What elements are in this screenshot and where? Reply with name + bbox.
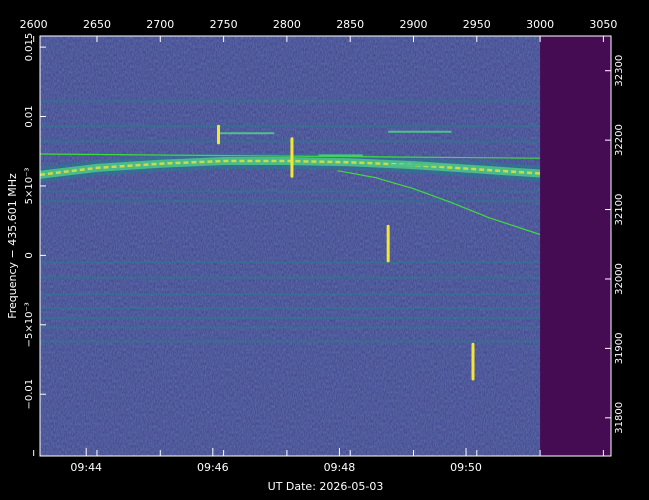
faint-band	[40, 316, 541, 319]
faint-band	[40, 293, 541, 296]
faint-band	[40, 190, 541, 193]
faint-band	[40, 125, 541, 128]
left-tick-label: 0.01	[24, 105, 35, 127]
time-tick-label: 09:46	[197, 461, 229, 474]
time-tick-label: 09:48	[324, 461, 356, 474]
right-tick-label: 32200	[614, 124, 625, 156]
top-tick-label: 3050	[589, 18, 617, 31]
no-data-region	[540, 36, 611, 456]
top-tick-label: 2900	[399, 18, 427, 31]
faint-band	[40, 340, 541, 343]
left-tick-label: −0.01	[24, 379, 35, 410]
time-tick-label: 09:50	[450, 461, 482, 474]
right-tick-label: 31800	[614, 402, 625, 434]
faint-band	[40, 307, 541, 310]
left-tick-label: 5×10⁻³	[24, 168, 35, 205]
top-tick-label: 2950	[463, 18, 491, 31]
right-tick-label: 31900	[614, 332, 625, 364]
right-tick-label: 32300	[614, 55, 625, 87]
time-tick-label: 09:44	[70, 461, 102, 474]
top-tick-label: 2600	[20, 18, 48, 31]
plot-area	[40, 36, 611, 456]
top-tick-label: 2850	[336, 18, 364, 31]
left-tick-label: −5×10⁻³	[24, 302, 35, 347]
faint-band	[40, 261, 541, 264]
left-tick-label: 0	[24, 252, 35, 258]
spectrogram-figure: 2600 2650 2700 2750 2800 2850 2900 2950 3000 3050…	[0, 0, 649, 500]
faint-band	[40, 140, 541, 143]
left-tick-label: 0.015	[24, 33, 35, 62]
x-axis-label: UT Date: 2026-05-03	[268, 480, 384, 493]
top-tick-label: 2650	[83, 18, 111, 31]
top-tick-label: 3000	[526, 18, 554, 31]
faint-band	[40, 200, 541, 203]
top-tick-label: 2750	[210, 18, 238, 31]
y-axis-label: Frequency − 435.601 MHz	[6, 173, 19, 319]
heatmap-noise-texture	[40, 36, 611, 456]
right-tick-label: 32000	[614, 263, 625, 295]
top-tick-label: 2700	[146, 18, 174, 31]
faint-band	[40, 100, 541, 103]
faint-band	[40, 326, 541, 329]
top-tick-label: 2800	[273, 18, 301, 31]
right-tick-label: 32100	[614, 194, 625, 226]
faint-band	[40, 276, 541, 279]
